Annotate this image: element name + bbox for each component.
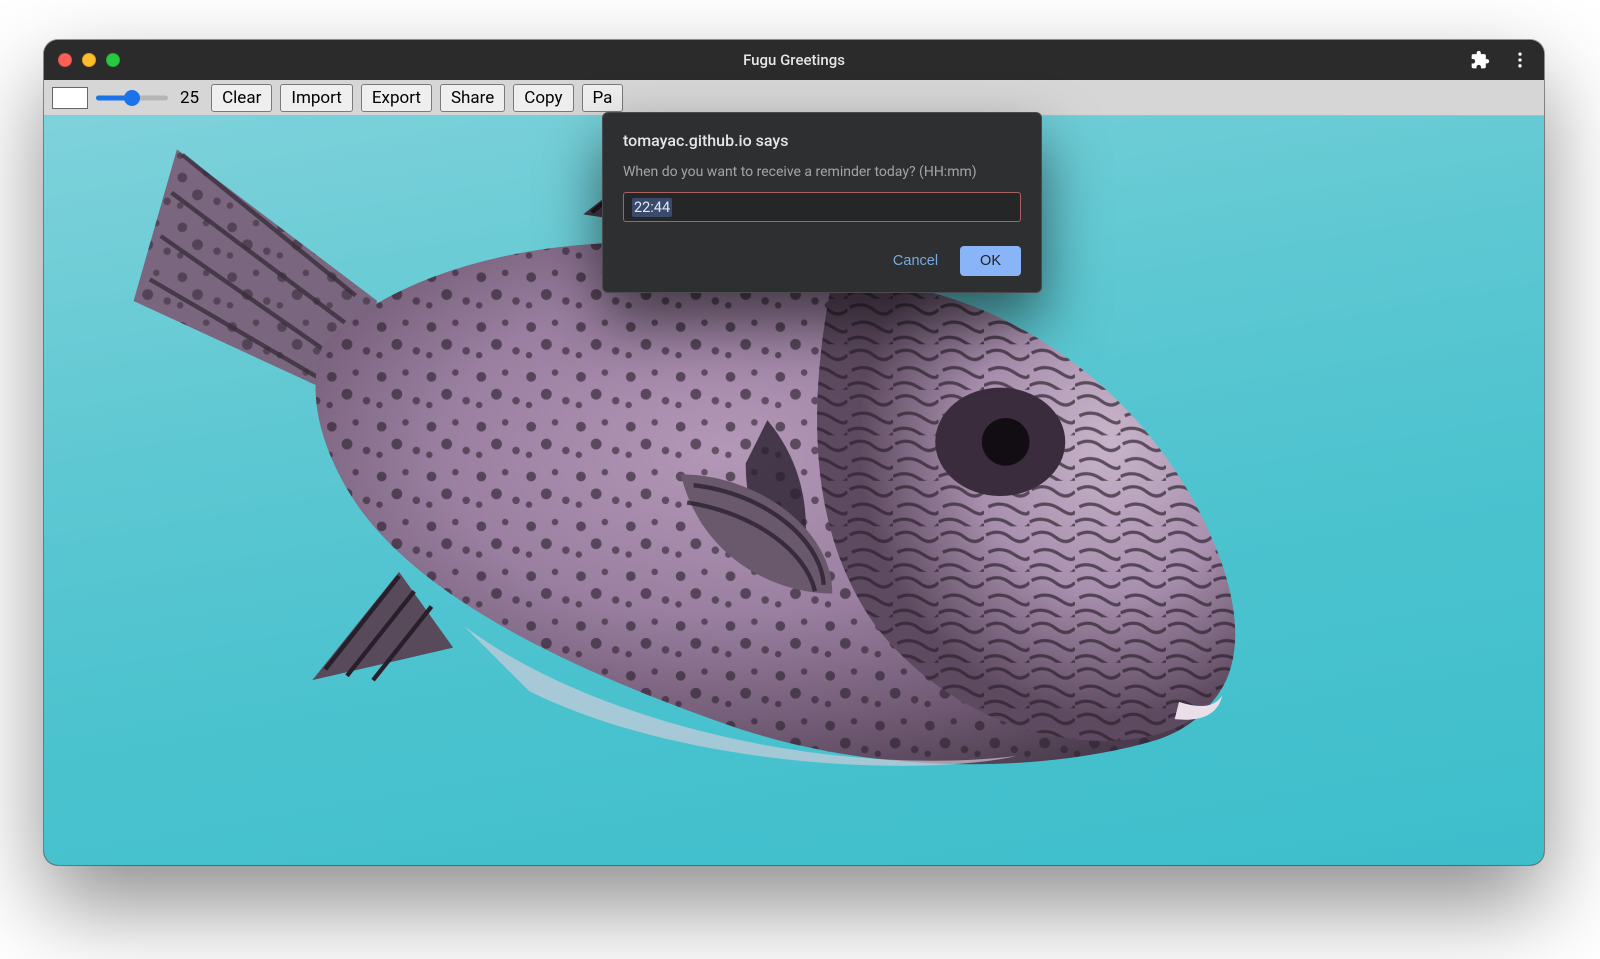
prompt-says-suffix: says bbox=[756, 131, 789, 150]
prompt-input[interactable]: 22:44 bbox=[623, 192, 1021, 222]
brush-size-slider[interactable] bbox=[96, 89, 168, 107]
app-window: Fugu Greetings 25 Clear Import Export Sh… bbox=[44, 40, 1544, 865]
js-prompt-dialog: tomayac.github.io says When do you want … bbox=[602, 112, 1042, 293]
extensions-icon[interactable] bbox=[1470, 50, 1490, 70]
toolbar: 25 Clear Import Export Share Copy Pa bbox=[44, 80, 1544, 116]
prompt-actions: Cancel OK bbox=[623, 246, 1021, 276]
slider-thumb[interactable] bbox=[124, 90, 140, 106]
kebab-menu-icon[interactable] bbox=[1510, 50, 1530, 70]
minimize-window-button[interactable] bbox=[82, 53, 96, 67]
prompt-message: When do you want to receive a reminder t… bbox=[623, 164, 1021, 180]
prompt-origin-host: tomayac.github.io bbox=[623, 131, 752, 150]
export-button[interactable]: Export bbox=[361, 84, 432, 112]
window-controls bbox=[58, 53, 120, 67]
import-button[interactable]: Import bbox=[280, 84, 353, 112]
ok-button[interactable]: OK bbox=[960, 246, 1021, 276]
share-button[interactable]: Share bbox=[440, 84, 505, 112]
color-well[interactable] bbox=[52, 87, 88, 109]
prompt-origin: tomayac.github.io says bbox=[623, 131, 1021, 150]
cancel-button[interactable]: Cancel bbox=[893, 253, 938, 269]
window-titlebar: Fugu Greetings bbox=[44, 40, 1544, 80]
window-title: Fugu Greetings bbox=[44, 51, 1544, 69]
brush-size-value: 25 bbox=[180, 88, 199, 108]
close-window-button[interactable] bbox=[58, 53, 72, 67]
maximize-window-button[interactable] bbox=[106, 53, 120, 67]
copy-button[interactable]: Copy bbox=[513, 84, 573, 112]
prompt-input-value: 22:44 bbox=[632, 198, 672, 217]
clear-button[interactable]: Clear bbox=[211, 84, 272, 112]
paste-button[interactable]: Pa bbox=[582, 84, 624, 112]
